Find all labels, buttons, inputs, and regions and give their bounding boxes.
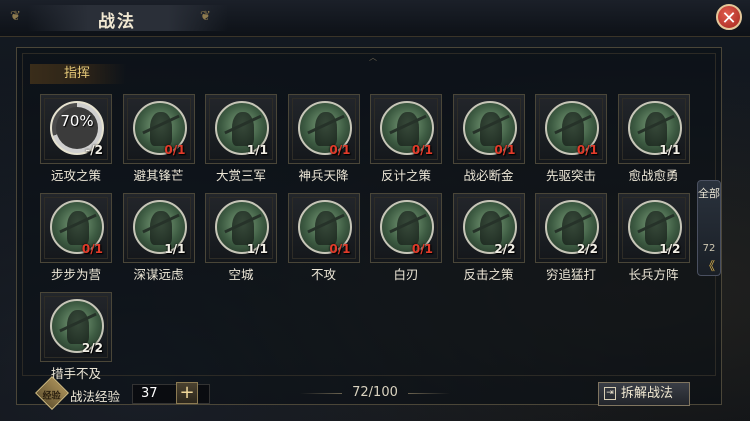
- skill-count: 2/2: [81, 341, 103, 355]
- window-title: 战法: [98, 12, 136, 32]
- filter-tab-count: 72: [702, 243, 716, 254]
- skill-count: 0/1: [411, 242, 433, 256]
- skill-card[interactable]: 0/1 战必断金: [452, 94, 525, 183]
- skill-card[interactable]: 1/1 愈战愈勇: [617, 94, 690, 183]
- skill-name: 措手不及: [50, 366, 101, 381]
- exp-value: 37: [132, 384, 210, 404]
- skill-card[interactable]: 1/1 深谋远虑: [122, 193, 195, 282]
- skill-name: 反计之策: [380, 168, 431, 183]
- skill-slot: 1/2: [617, 193, 690, 263]
- skill-slot: 0/1: [287, 94, 360, 164]
- skill-card[interactable]: 1/2 长兵方阵: [617, 193, 690, 282]
- skill-count: 0/1: [329, 143, 351, 157]
- skill-slot: 1/1: [122, 193, 195, 263]
- skill-card[interactable]: 0/1 神兵天降: [287, 94, 360, 183]
- skill-count: 0/1: [411, 143, 433, 157]
- skill-slot: 0/1: [122, 94, 195, 164]
- skill-card[interactable]: 0/1 反计之策: [370, 94, 442, 183]
- decompose-label: 拆解战法: [621, 386, 674, 401]
- divider-right: [408, 393, 450, 394]
- skill-count: 0/1: [576, 143, 598, 157]
- skill-card[interactable]: 1/1 空城: [205, 193, 277, 282]
- skill-slot: 2/2: [535, 193, 607, 263]
- close-icon: ✕: [721, 8, 737, 29]
- collapse-arrow-icon[interactable]: 《: [698, 257, 720, 274]
- filter-tab-label: 全部: [698, 187, 720, 200]
- skill-slot: 0/1: [452, 94, 525, 164]
- skill-count: 0/1: [494, 143, 516, 157]
- skill-slot: 0/1: [370, 193, 442, 263]
- exp-icon: 经验: [35, 376, 69, 410]
- skill-name: 不攻: [310, 267, 336, 282]
- skill-card[interactable]: 2/2 反击之策: [452, 193, 525, 282]
- skill-count: -/2: [85, 143, 103, 157]
- skill-slot: 2/2: [452, 193, 525, 263]
- skill-count: 0/1: [164, 143, 186, 157]
- scroll-indicator-icon: ︿: [369, 53, 377, 62]
- skill-name: 步步为营: [50, 267, 101, 282]
- skill-card[interactable]: 0/1 不攻: [287, 193, 360, 282]
- skill-card[interactable]: 0/1 步步为营: [40, 193, 112, 282]
- skill-slot: 1/1: [205, 193, 277, 263]
- skill-name: 战必断金: [463, 168, 514, 183]
- skill-slot: 0/1: [535, 94, 607, 164]
- skill-count: 1/2: [659, 242, 681, 256]
- ornament-left-icon: ❦: [10, 9, 21, 24]
- skill-slot: 70% -/2: [40, 94, 112, 164]
- skill-name: 愈战愈勇: [628, 168, 679, 183]
- skill-count: 1/1: [246, 242, 268, 256]
- skill-name: 长兵方阵: [628, 267, 679, 282]
- skill-card[interactable]: 0/1 先驱突击: [535, 94, 607, 183]
- skill-count: 1/1: [246, 143, 268, 157]
- decompose-skill-button[interactable]: ⇥ 拆解战法: [598, 382, 690, 406]
- skill-slot: 0/1: [40, 193, 112, 263]
- skill-card[interactable]: 1/1 大赏三军: [205, 94, 277, 183]
- skill-count: 0/1: [329, 242, 351, 256]
- skill-name: 避其锋芒: [133, 168, 184, 183]
- skill-name: 神兵天降: [298, 168, 349, 183]
- skill-card[interactable]: 2/2 穷追猛打: [535, 193, 607, 282]
- skill-count: 0/1: [81, 242, 103, 256]
- skill-name: 白刃: [393, 267, 419, 282]
- skill-slot: 1/1: [617, 94, 690, 164]
- skill-card[interactable]: 0/1 白刃: [370, 193, 442, 282]
- title-bar: ❦ 战法 ❦ ✕: [0, 0, 750, 37]
- add-exp-button[interactable]: +: [176, 382, 198, 404]
- skill-card[interactable]: 70% -/2 远攻之策: [40, 94, 112, 183]
- exp-label: 战法经验: [70, 389, 121, 404]
- skill-name: 先驱突击: [545, 168, 596, 183]
- filter-tab-all[interactable]: 全部 72 《: [697, 180, 721, 276]
- decompose-icon: ⇥: [604, 387, 616, 400]
- skill-name: 穷追猛打: [545, 267, 596, 282]
- skill-slot: 1/1: [205, 94, 277, 164]
- skill-name: 大赏三军: [215, 168, 266, 183]
- skill-name: 空城: [228, 267, 254, 282]
- skill-name: 远攻之策: [50, 168, 101, 183]
- ornament-right-icon: ❦: [200, 9, 211, 24]
- skill-count: 2/2: [494, 242, 516, 256]
- skill-name: 反击之策: [463, 267, 514, 282]
- skill-card[interactable]: 2/2 措手不及: [40, 292, 112, 381]
- research-progress-text: 70%: [60, 112, 94, 130]
- skill-card[interactable]: 0/1 避其锋芒: [122, 94, 195, 183]
- skill-slot: 0/1: [370, 94, 442, 164]
- skill-name: 深谋远虑: [133, 267, 184, 282]
- skill-count: 1/1: [164, 242, 186, 256]
- skill-slot: 0/1: [287, 193, 360, 263]
- close-button[interactable]: ✕: [716, 4, 742, 30]
- section-tab-command[interactable]: 指挥: [30, 64, 126, 84]
- skill-count: 1/1: [659, 143, 681, 157]
- skill-slot: 2/2: [40, 292, 112, 362]
- skill-count: 2/2: [576, 242, 598, 256]
